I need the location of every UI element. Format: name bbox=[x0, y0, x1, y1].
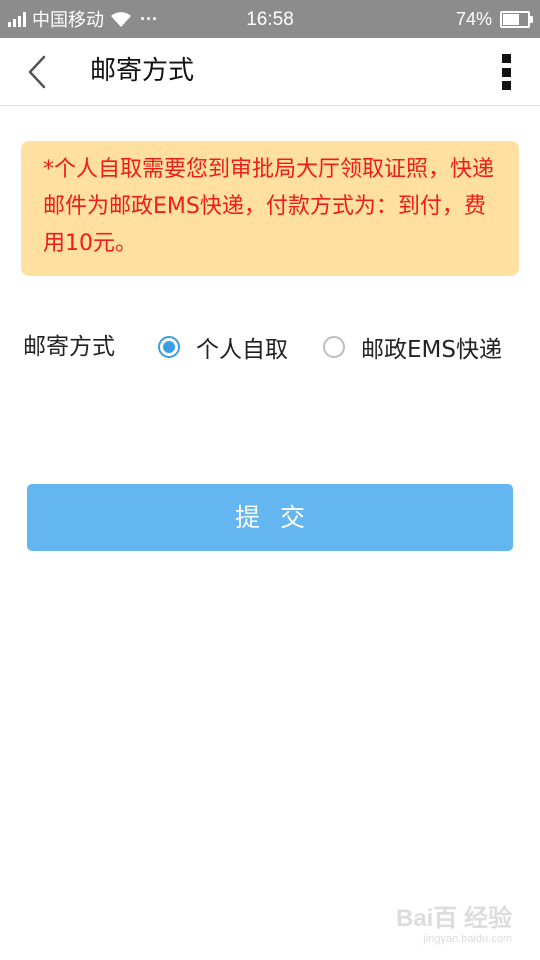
radio-self-pickup[interactable] bbox=[158, 336, 180, 358]
radio-ems-express[interactable] bbox=[323, 336, 345, 358]
watermark: Bai百 经验 jingyan.baidu.com bbox=[396, 905, 512, 946]
watermark-url: jingyan.baidu.com bbox=[423, 933, 512, 945]
option-ems-express[interactable]: 邮政EMS快递 bbox=[323, 322, 502, 372]
option-ems-express-label: 邮政EMS快递 bbox=[361, 337, 502, 363]
notice-box: *个人自取需要您到审批局大厅领取证照，快递邮件为邮政EMS快递，付款方式为：到付… bbox=[21, 141, 519, 276]
chevron-left-icon bbox=[28, 55, 46, 89]
delivery-method-row: 邮寄方式 个人自取 邮政EMS快递 bbox=[23, 322, 523, 372]
more-vertical-icon bbox=[501, 54, 511, 63]
battery-icon bbox=[500, 10, 533, 28]
more-menu-button[interactable] bbox=[494, 52, 518, 92]
watermark-logo: Bai百 经验 bbox=[395, 905, 512, 932]
delivery-method-label: 邮寄方式 bbox=[23, 334, 115, 360]
page-title: 邮寄方式 bbox=[90, 56, 195, 86]
option-self-pickup[interactable]: 个人自取 bbox=[158, 322, 288, 372]
status-bar: 中国移动 ··· 16:58 74% bbox=[0, 0, 540, 38]
status-bar-right: 74% bbox=[455, 0, 533, 38]
back-button[interactable] bbox=[20, 52, 60, 92]
submit-button[interactable]: 提交 bbox=[27, 484, 513, 551]
battery-percent: 74% bbox=[455, 8, 492, 29]
option-self-pickup-label: 个人自取 bbox=[196, 337, 288, 363]
app-header: 邮寄方式 bbox=[0, 38, 540, 106]
